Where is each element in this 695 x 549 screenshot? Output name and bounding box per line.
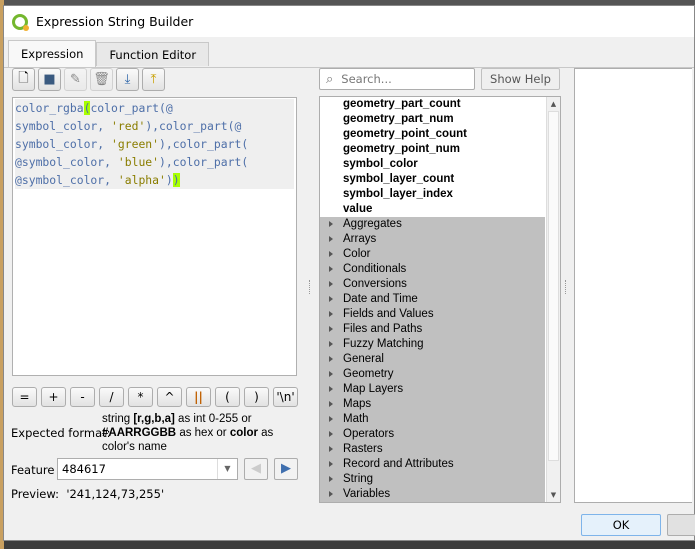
function-item[interactable]: symbol_layer_index xyxy=(320,187,560,202)
code-line: @symbol_color, 'alpha')) xyxy=(15,171,294,189)
splitter-handle[interactable] xyxy=(309,280,311,294)
operator-button[interactable]: = xyxy=(12,387,37,407)
operator-button[interactable]: ( xyxy=(215,387,240,407)
export-icon[interactable]: ⤒ xyxy=(142,68,165,91)
cancel-button[interactable] xyxy=(667,514,695,536)
operator-button[interactable]: - xyxy=(70,387,95,407)
function-group[interactable]: Aggregates xyxy=(320,217,545,232)
function-tree: geometry_part_count geometry_part_num geom… xyxy=(319,96,561,503)
function-group[interactable]: Fuzzy Matching xyxy=(320,337,545,352)
function-group[interactable]: Conversions xyxy=(320,277,545,292)
scroll-up-icon: ▲ xyxy=(550,100,557,108)
help-panel xyxy=(574,68,692,503)
tab-expression[interactable]: Expression xyxy=(8,40,97,67)
operator-buttons: = + - / * ^ ||() '\n' xyxy=(12,387,298,407)
function-group[interactable]: String xyxy=(320,472,545,487)
function-group[interactable]: Operators xyxy=(320,427,545,442)
function-group[interactable]: Fields and Values xyxy=(320,307,545,322)
feature-label: Feature xyxy=(11,463,55,477)
function-group[interactable]: Date and Time xyxy=(320,292,545,307)
function-group[interactable]: Record and Attributes xyxy=(320,457,545,472)
ok-button[interactable]: OK xyxy=(581,514,661,536)
operator-button[interactable]: || xyxy=(186,387,211,407)
function-group[interactable]: Geometry xyxy=(320,367,545,382)
expected-format-text: string [r,g,b,a] as int 0-255 or #AARRGG… xyxy=(102,413,274,453)
code-line: color_rgba(color_part(@ xyxy=(15,99,294,117)
function-group[interactable]: Rasters xyxy=(320,442,545,457)
feature-combobox[interactable]: 484617 ▼ xyxy=(57,458,238,480)
function-item[interactable]: geometry_part_num xyxy=(320,112,560,127)
function-item[interactable]: geometry_part_count xyxy=(320,97,560,112)
operator-button[interactable]: + xyxy=(41,387,66,407)
window-title: Expression String Builder xyxy=(36,14,194,29)
function-item[interactable]: geometry_point_num xyxy=(320,142,560,157)
feature-value: 484617 xyxy=(62,462,106,476)
expression-editor[interactable]: color_rgba(color_part(@ symbol_color, 're… xyxy=(12,97,297,376)
scrollbar[interactable]: ▲ ▼ xyxy=(546,97,560,502)
function-group[interactable]: Conditionals xyxy=(320,262,545,277)
function-group[interactable]: General xyxy=(320,352,545,367)
edit-icon: ✎ xyxy=(64,68,87,91)
code-line: symbol_color, 'red'),color_part(@ xyxy=(15,117,294,135)
qgis-logo-icon xyxy=(12,13,29,31)
function-item[interactable]: geometry_point_count xyxy=(320,127,560,142)
show-help-button[interactable]: Show Help xyxy=(481,68,560,90)
code-line: symbol_color, 'green'),color_part( xyxy=(15,135,294,153)
function-group[interactable]: Maps xyxy=(320,397,545,412)
code-line: @symbol_color, 'blue'),color_part( xyxy=(15,153,294,171)
function-item[interactable]: symbol_color xyxy=(320,157,560,172)
chevron-down-icon[interactable]: ▼ xyxy=(217,459,237,479)
preview-value: '241,124,73,255' xyxy=(66,487,165,501)
scrollbar-thumb xyxy=(548,111,559,461)
operator-button[interactable]: ^ xyxy=(157,387,182,407)
import-icon[interactable]: ⤓ xyxy=(116,68,139,91)
expected-format-label: Expected format: xyxy=(11,426,111,440)
function-group[interactable]: Variables xyxy=(320,487,545,502)
tab-function-editor[interactable]: Function Editor xyxy=(96,42,210,66)
previous-feature-button: ◀ xyxy=(244,458,268,480)
function-item[interactable]: symbol_layer_count xyxy=(320,172,560,187)
scroll-down-icon: ▼ xyxy=(550,491,557,499)
function-group[interactable]: Map Layers xyxy=(320,382,545,397)
search-icon: ⌕ xyxy=(326,71,334,87)
operator-button[interactable]: ) xyxy=(244,387,269,407)
function-group[interactable]: Arrays xyxy=(320,232,545,247)
save-icon[interactable]: ■ xyxy=(38,68,61,91)
operator-button[interactable]: '\n' xyxy=(273,387,298,407)
function-item[interactable]: value xyxy=(320,202,560,217)
new-file-icon[interactable]: 🗋 xyxy=(12,68,35,91)
operator-button[interactable]: * xyxy=(128,387,153,407)
splitter-handle[interactable] xyxy=(565,280,567,294)
search-input[interactable]: ⌕ Search... xyxy=(319,68,475,90)
preview: Preview: '241,124,73,255' xyxy=(11,487,165,501)
function-group[interactable]: Files and Paths xyxy=(320,322,545,337)
expression-toolbar: 🗋 ■ ✎ 🗑 ⤓ ⤒ xyxy=(12,68,165,91)
delete-icon: 🗑 xyxy=(90,68,113,91)
next-feature-button[interactable]: ▶ xyxy=(274,458,298,480)
title-bar: Expression String Builder xyxy=(4,6,694,37)
function-group[interactable]: Math xyxy=(320,412,545,427)
operator-button[interactable]: / xyxy=(99,387,124,407)
function-group[interactable]: Color xyxy=(320,247,545,262)
